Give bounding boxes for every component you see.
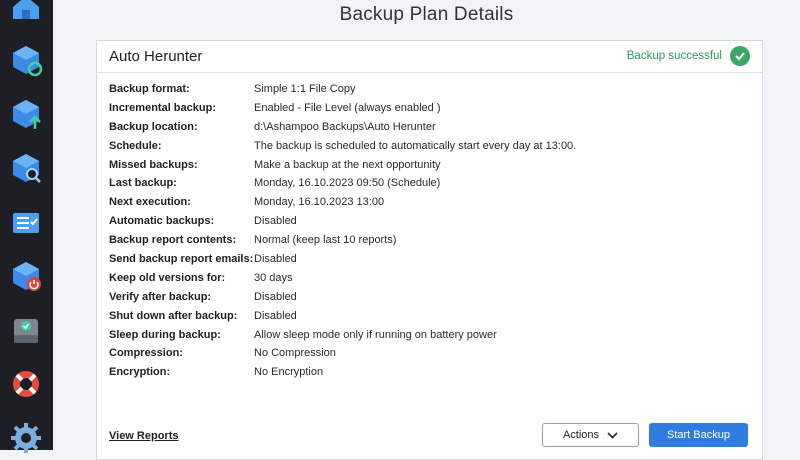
detail-row: Missed backups: Make a backup at the next… xyxy=(109,156,576,175)
detail-label: Keep old versions for: xyxy=(109,271,226,284)
detail-label: Incremental backup: xyxy=(109,101,216,114)
detail-value: Enabled - File Level (always enabled ) xyxy=(254,101,441,114)
actions-label: Actions xyxy=(562,429,600,441)
plan-name: Auto Herunter xyxy=(109,48,203,65)
detail-value: Disabled xyxy=(254,253,297,266)
backup-plan-card: Auto Herunter Backup successful Backup f… xyxy=(96,40,763,460)
detail-value: Normal (keep last 10 reports) xyxy=(254,234,397,247)
detail-row: Send backup report emails: Disabled xyxy=(109,250,576,269)
detail-label: Backup report contents: xyxy=(109,234,237,247)
detail-row: Keep old versions for: 30 days xyxy=(109,269,576,288)
detail-value: No Encryption xyxy=(254,366,324,379)
detail-label: Verify after backup: xyxy=(109,290,212,303)
search-backup-icon[interactable] xyxy=(8,150,44,186)
detail-row: Last backup: Monday, 16.10.2023 09:50 (Sc… xyxy=(109,174,576,193)
detail-label: Send backup report emails: xyxy=(109,253,254,266)
detail-label: Encryption: xyxy=(109,366,171,379)
detail-label: Backup format: xyxy=(109,83,190,95)
detail-label: Compression: xyxy=(109,347,183,360)
start-backup-button[interactable]: Start Backup xyxy=(649,423,748,447)
card-header: Auto Herunter Backup successful xyxy=(97,41,762,73)
detail-row: Schedule: The backup is scheduled to auto… xyxy=(109,137,576,156)
page-title: Backup Plan Details xyxy=(339,4,514,25)
details-list: Backup format: Simple 1:1 File Copy Incre… xyxy=(109,80,576,382)
detail-value: The backup is scheduled to automatically… xyxy=(254,139,577,152)
detail-label: Next execution: xyxy=(109,196,191,209)
detail-value: Make a backup at the next opportunity xyxy=(254,158,441,171)
detail-value: 30 days xyxy=(254,271,293,284)
detail-label: Schedule: xyxy=(109,139,162,152)
power-backup-icon[interactable] xyxy=(8,258,44,294)
detail-value: Monday, 16.10.2023 13:00 xyxy=(254,196,385,209)
sidebar xyxy=(0,0,53,453)
detail-value: Disabled xyxy=(254,290,297,303)
detail-value: Disabled xyxy=(254,215,297,228)
detail-label: Sleep during backup: xyxy=(109,328,221,341)
detail-row: Backup report contents: Normal (keep last… xyxy=(109,231,576,250)
detail-value: No Compression xyxy=(254,347,336,360)
detail-label: Shut down after backup: xyxy=(109,309,238,322)
detail-label: Automatic backups: xyxy=(109,215,215,228)
restore-icon[interactable] xyxy=(8,42,44,78)
detail-value: Allow sleep mode only if running on batt… xyxy=(254,328,497,341)
detail-row: Automatic backups: Disabled xyxy=(109,212,576,231)
detail-value: Simple 1:1 File Copy xyxy=(254,83,356,95)
home-icon[interactable] xyxy=(8,0,44,26)
status-text: Backup successful xyxy=(626,50,722,62)
detail-row: Encryption: No Encryption xyxy=(109,363,576,382)
detail-row: Shut down after backup: Disabled xyxy=(109,307,576,326)
chevron-down-icon xyxy=(607,431,618,439)
check-circle-icon xyxy=(730,46,750,66)
detail-row: Verify after backup: Disabled xyxy=(109,288,576,307)
checklist-icon[interactable] xyxy=(8,204,44,240)
view-reports-link[interactable]: View Reports xyxy=(109,430,179,442)
drive-check-icon[interactable] xyxy=(8,312,44,348)
detail-value: Monday, 16.10.2023 09:50 (Schedule) xyxy=(254,177,441,190)
actions-dropdown-button[interactable]: Actions xyxy=(542,423,639,447)
detail-row: Backup format: Simple 1:1 File Copy xyxy=(109,80,576,99)
detail-row: Incremental backup: Enabled - File Level … xyxy=(109,99,576,118)
detail-label: Backup location: xyxy=(109,120,198,133)
detail-label: Missed backups: xyxy=(109,158,198,171)
upload-backup-icon[interactable] xyxy=(8,96,44,132)
detail-row: Next execution: Monday, 16.10.2023 13:00 xyxy=(109,193,576,212)
settings-gear-icon[interactable] xyxy=(8,420,44,456)
status-indicator: Backup successful xyxy=(627,45,750,67)
detail-row: Compression: No Compression xyxy=(109,344,576,363)
detail-value: d:\Ashampoo Backups\Auto Herunter xyxy=(254,120,436,133)
detail-row: Backup location: d:\Ashampoo Backups\Auto… xyxy=(109,118,576,137)
detail-label: Last backup: xyxy=(109,177,177,190)
detail-value: Disabled xyxy=(254,309,297,322)
lifebuoy-icon[interactable] xyxy=(8,366,44,402)
detail-row: Sleep during backup: Allow sleep mode onl… xyxy=(109,326,576,345)
